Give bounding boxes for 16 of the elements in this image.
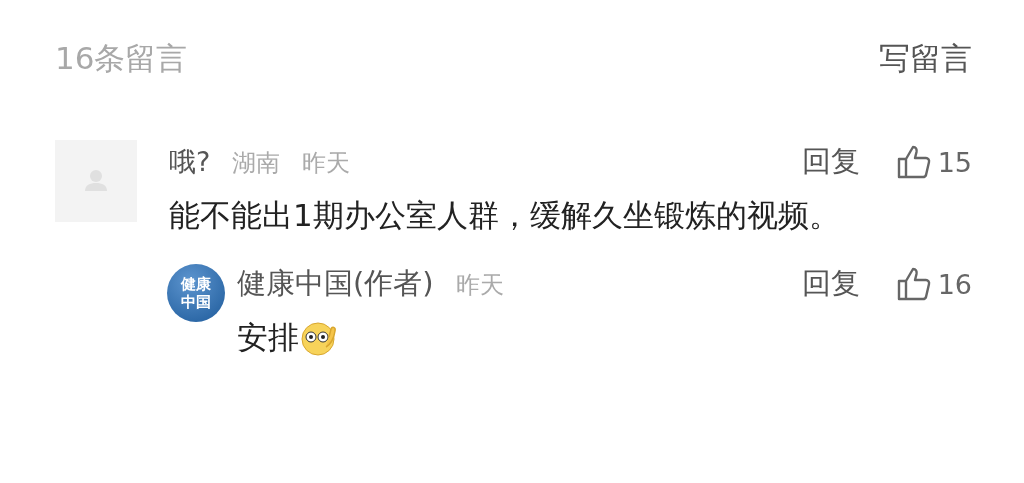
reply-link[interactable]: 回复 [801,264,860,304]
comment-count: 16条留言 [55,39,188,78]
comment-text: 安排 [237,318,299,357]
comment-location: 湖南 [232,148,281,179]
thumbs-up-icon[interactable] [895,266,932,302]
comment-author: 健康中国(作者) [237,265,434,302]
write-comment-link[interactable]: 写留言 [879,38,972,80]
comment-text: 能不能出1期办公室人群，缓解久坐锻炼的视频。 [169,197,840,233]
author-avatar: 健康中国 [167,264,225,322]
comment-time: 昨天 [455,270,504,301]
comment-time: 昨天 [302,148,351,179]
comment-author: 哦? [169,145,211,179]
thumbs-up-icon[interactable] [895,144,932,180]
reply-link[interactable]: 回复 [801,142,860,182]
like-count: 16 [937,268,972,300]
like-count: 15 [937,146,972,178]
